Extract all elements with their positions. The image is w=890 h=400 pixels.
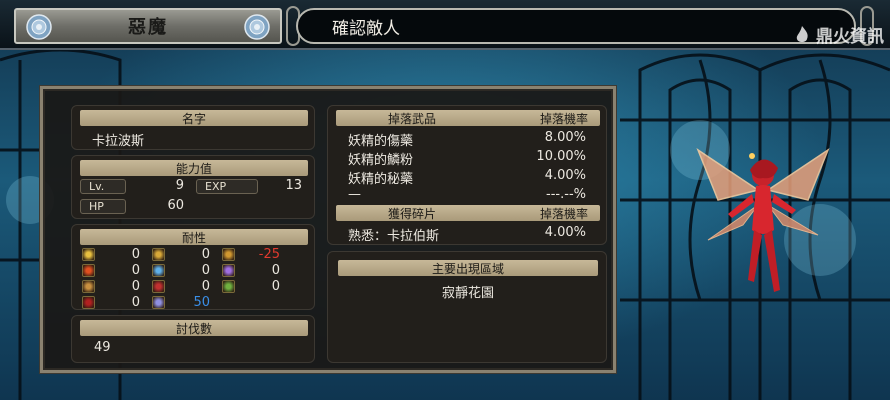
- enemy-info-panel: 名字 卡拉波斯 能力值 Lv. 9 EXP 13 HP 60 耐性 0 0 -25 0…: [39, 85, 617, 374]
- shards-header-bar: 獲得碎片 掉落機率: [336, 205, 600, 221]
- rose-ornament-icon: [244, 14, 270, 40]
- kills-label-bar: 討伐數: [80, 320, 308, 336]
- kills-label: 討伐數: [175, 321, 212, 336]
- stats-label: 能力值: [175, 161, 212, 176]
- name-box: 名字 卡拉波斯: [71, 105, 315, 150]
- screen-title: 確認敵人: [332, 18, 400, 39]
- stats-label-bar: 能力值: [80, 160, 308, 176]
- drops-header-rate: 掉落機率: [539, 111, 588, 126]
- category-title: 惡魔: [128, 17, 168, 38]
- resistance-value: 0: [131, 279, 140, 294]
- watermark: 鼎火資訊: [792, 22, 884, 47]
- kills-box: 討伐數 49: [71, 315, 315, 363]
- drops-header-item: 掉落武品: [388, 111, 437, 126]
- watermark-text: 鼎火資訊: [816, 27, 884, 47]
- resistance-value: 50: [193, 295, 210, 310]
- resistance-label-bar: 耐性: [80, 229, 308, 245]
- drop-item-name: 妖精的鱗粉: [348, 153, 414, 168]
- resistance-label: 耐性: [181, 230, 206, 245]
- resistance-value: 0: [271, 279, 280, 294]
- drops-box: 掉落武品 掉落機率 妖精的傷藥 8.00% 妖精的鱗粉 10.00% 妖精的秘藥 4.00…: [327, 105, 607, 245]
- exp-tag: EXP: [196, 179, 258, 194]
- resistance-value: 0: [131, 247, 140, 262]
- poison-icon: [222, 280, 235, 293]
- strike-icon: [222, 248, 235, 261]
- curse-icon: [152, 280, 165, 293]
- holy-icon: [152, 296, 165, 309]
- kills-value: 49: [94, 340, 111, 355]
- wind-icon: [152, 248, 165, 261]
- resistance-value: 0: [271, 263, 280, 278]
- enemy-portrait-fairy: [696, 148, 830, 292]
- stats-box: 能力值 Lv. 9 EXP 13 HP 60: [71, 155, 315, 219]
- category-plate: 惡魔: [14, 8, 282, 44]
- shard-item-name: 熟悉：卡拉伯斯: [348, 229, 440, 244]
- name-label: 名字: [181, 111, 206, 126]
- area-label: 主要出現區域: [431, 261, 504, 276]
- header-plate: 確認敵人: [296, 8, 856, 44]
- resistance-value: 0: [201, 247, 210, 262]
- resistance-value: 0: [201, 263, 210, 278]
- drop-item-rate: ---.--%: [546, 187, 586, 202]
- resistance-value: 0: [131, 263, 140, 278]
- lightning-icon: [222, 264, 235, 277]
- resistance-value: 0: [131, 295, 140, 310]
- drop-item-rate: 8.00%: [544, 130, 586, 145]
- resistance-value: 0: [201, 279, 210, 294]
- drop-item-name: —: [348, 187, 361, 202]
- fire-icon: [82, 264, 95, 277]
- resistance-box: 耐性 0 0 -25 0 0 0 0 0 0 0 50: [71, 224, 315, 310]
- moon-icon: [82, 248, 95, 261]
- shards-header-item: 獲得碎片: [388, 206, 437, 221]
- shards-header-rate: 掉落機率: [539, 206, 588, 221]
- ice-icon: [152, 264, 165, 277]
- area-label-bar: 主要出現區域: [338, 260, 598, 276]
- flame-logo-icon: [796, 25, 808, 42]
- enemy-name: 卡拉波斯: [92, 134, 145, 149]
- resistance-value: -25: [258, 247, 280, 262]
- area-name: 寂靜花園: [441, 286, 494, 301]
- blood-icon: [82, 296, 95, 309]
- drop-item-name: 妖精的秘藥: [348, 172, 414, 187]
- lv-tag: Lv.: [80, 179, 126, 194]
- drop-item-name: 妖精的傷藥: [348, 134, 414, 149]
- rose-ornament-icon: [26, 14, 52, 40]
- hp-value: 60: [167, 198, 184, 213]
- shard-item-rate: 4.00%: [544, 225, 586, 240]
- drops-header-bar: 掉落武品 掉落機率: [336, 110, 600, 126]
- top-bar: 惡魔 確認敵人: [0, 0, 890, 50]
- earth-icon: [82, 280, 95, 293]
- name-label-bar: 名字: [80, 110, 308, 126]
- drop-item-rate: 10.00%: [536, 149, 586, 164]
- area-box: 主要出現區域 寂靜花園: [327, 251, 607, 363]
- drop-item-rate: 4.00%: [544, 168, 586, 183]
- lv-value: 9: [175, 178, 184, 193]
- hp-tag: HP: [80, 199, 126, 214]
- exp-value: 13: [285, 178, 302, 193]
